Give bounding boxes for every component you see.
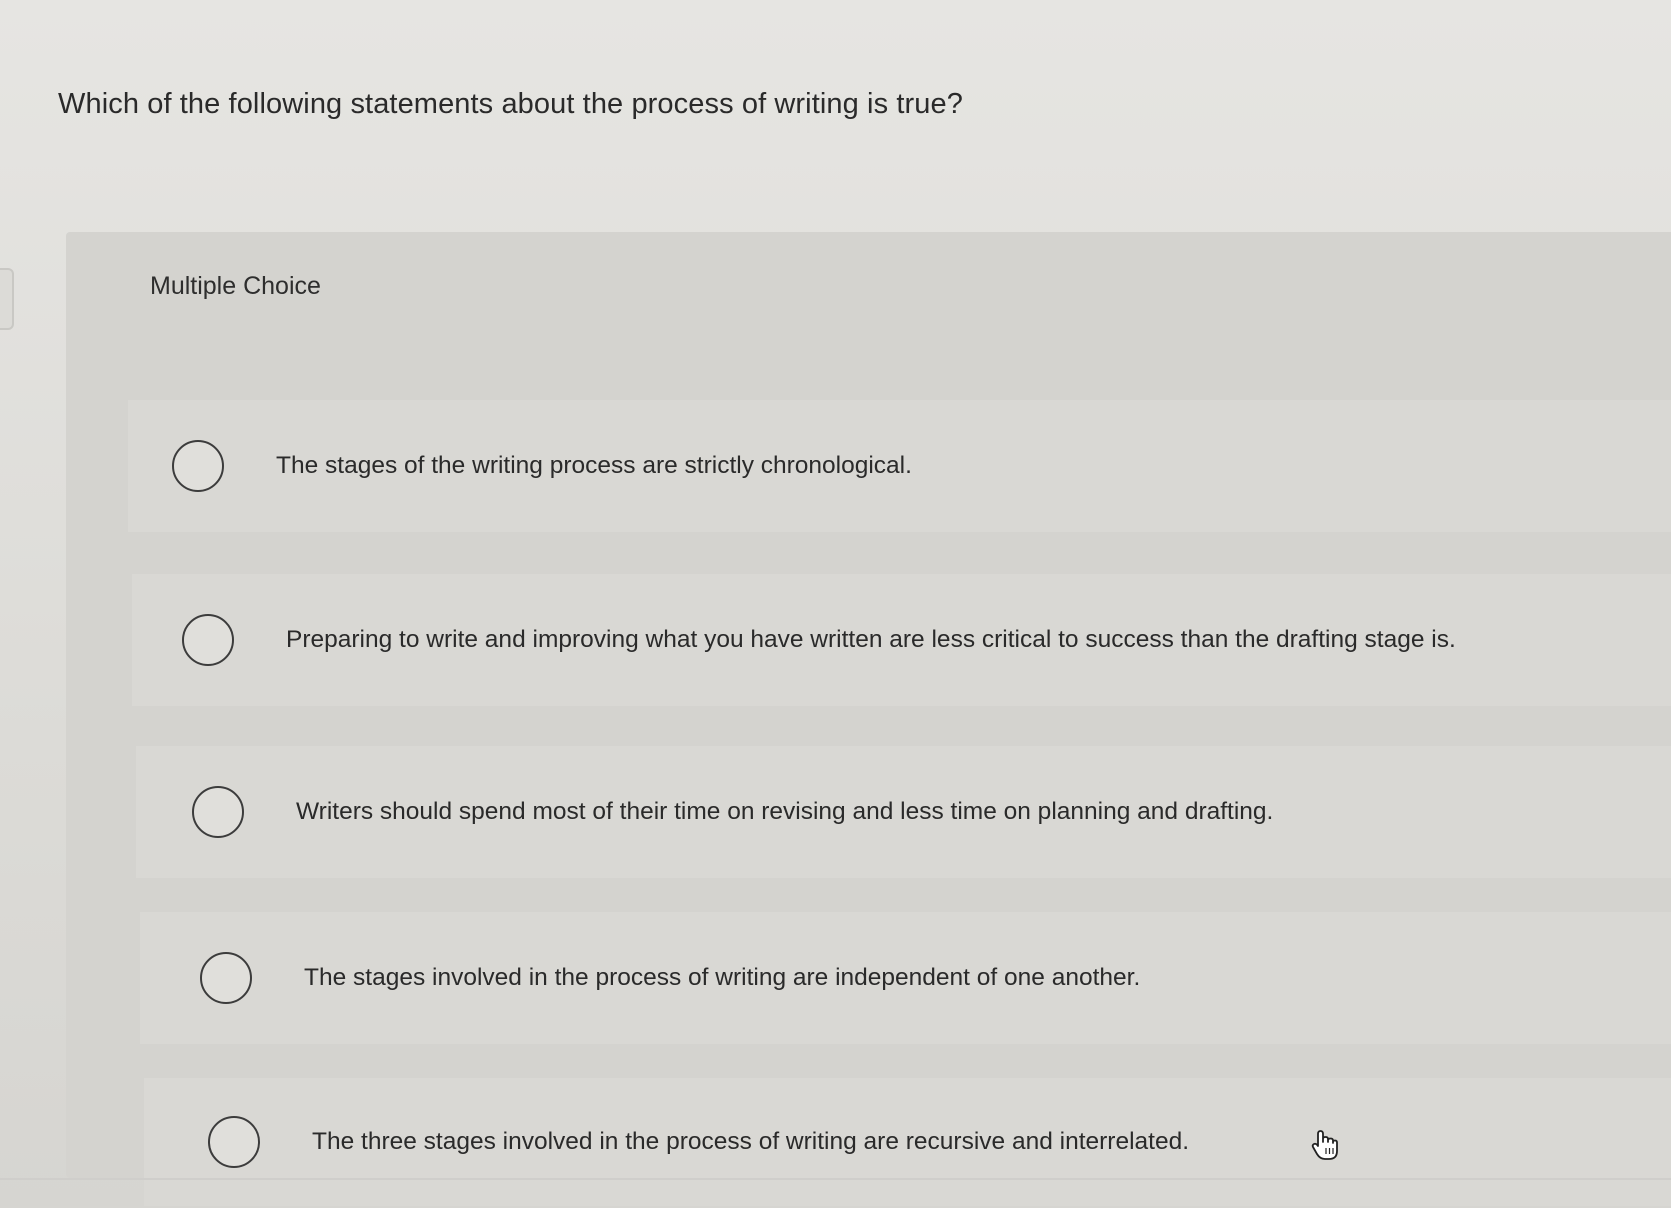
multiple-choice-panel: Multiple Choice The stages of the writin… — [66, 232, 1671, 1206]
divider — [0, 1178, 1671, 1180]
answer-option-text[interactable]: The stages of the writing process are st… — [276, 452, 912, 480]
answer-option-text[interactable]: The stages involved in the process of wr… — [304, 964, 1140, 992]
side-tab-handle[interactable] — [0, 268, 14, 330]
radio-unselected-icon[interactable] — [200, 952, 252, 1004]
answer-option-1[interactable]: The stages of the writing process are st… — [128, 400, 1671, 532]
question-type-label: Multiple Choice — [150, 272, 321, 300]
radio-unselected-icon[interactable] — [182, 614, 234, 666]
answer-option-text[interactable]: The three stages involved in the process… — [312, 1128, 1189, 1156]
radio-unselected-icon[interactable] — [208, 1116, 260, 1168]
quiz-page: Which of the following statements about … — [0, 0, 1671, 1208]
answer-option-5[interactable]: The three stages involved in the process… — [144, 1078, 1671, 1206]
answer-option-3[interactable]: Writers should spend most of their time … — [136, 746, 1671, 878]
answer-option-text[interactable]: Preparing to write and improving what yo… — [286, 626, 1456, 654]
answer-option-2[interactable]: Preparing to write and improving what yo… — [132, 574, 1671, 706]
answer-option-text[interactable]: Writers should spend most of their time … — [296, 798, 1273, 826]
question-prompt: Which of the following statements about … — [58, 88, 963, 120]
radio-unselected-icon[interactable] — [172, 440, 224, 492]
answer-option-4[interactable]: The stages involved in the process of wr… — [140, 912, 1671, 1044]
radio-unselected-icon[interactable] — [192, 786, 244, 838]
hand-pointer-cursor-icon — [1311, 1130, 1338, 1160]
